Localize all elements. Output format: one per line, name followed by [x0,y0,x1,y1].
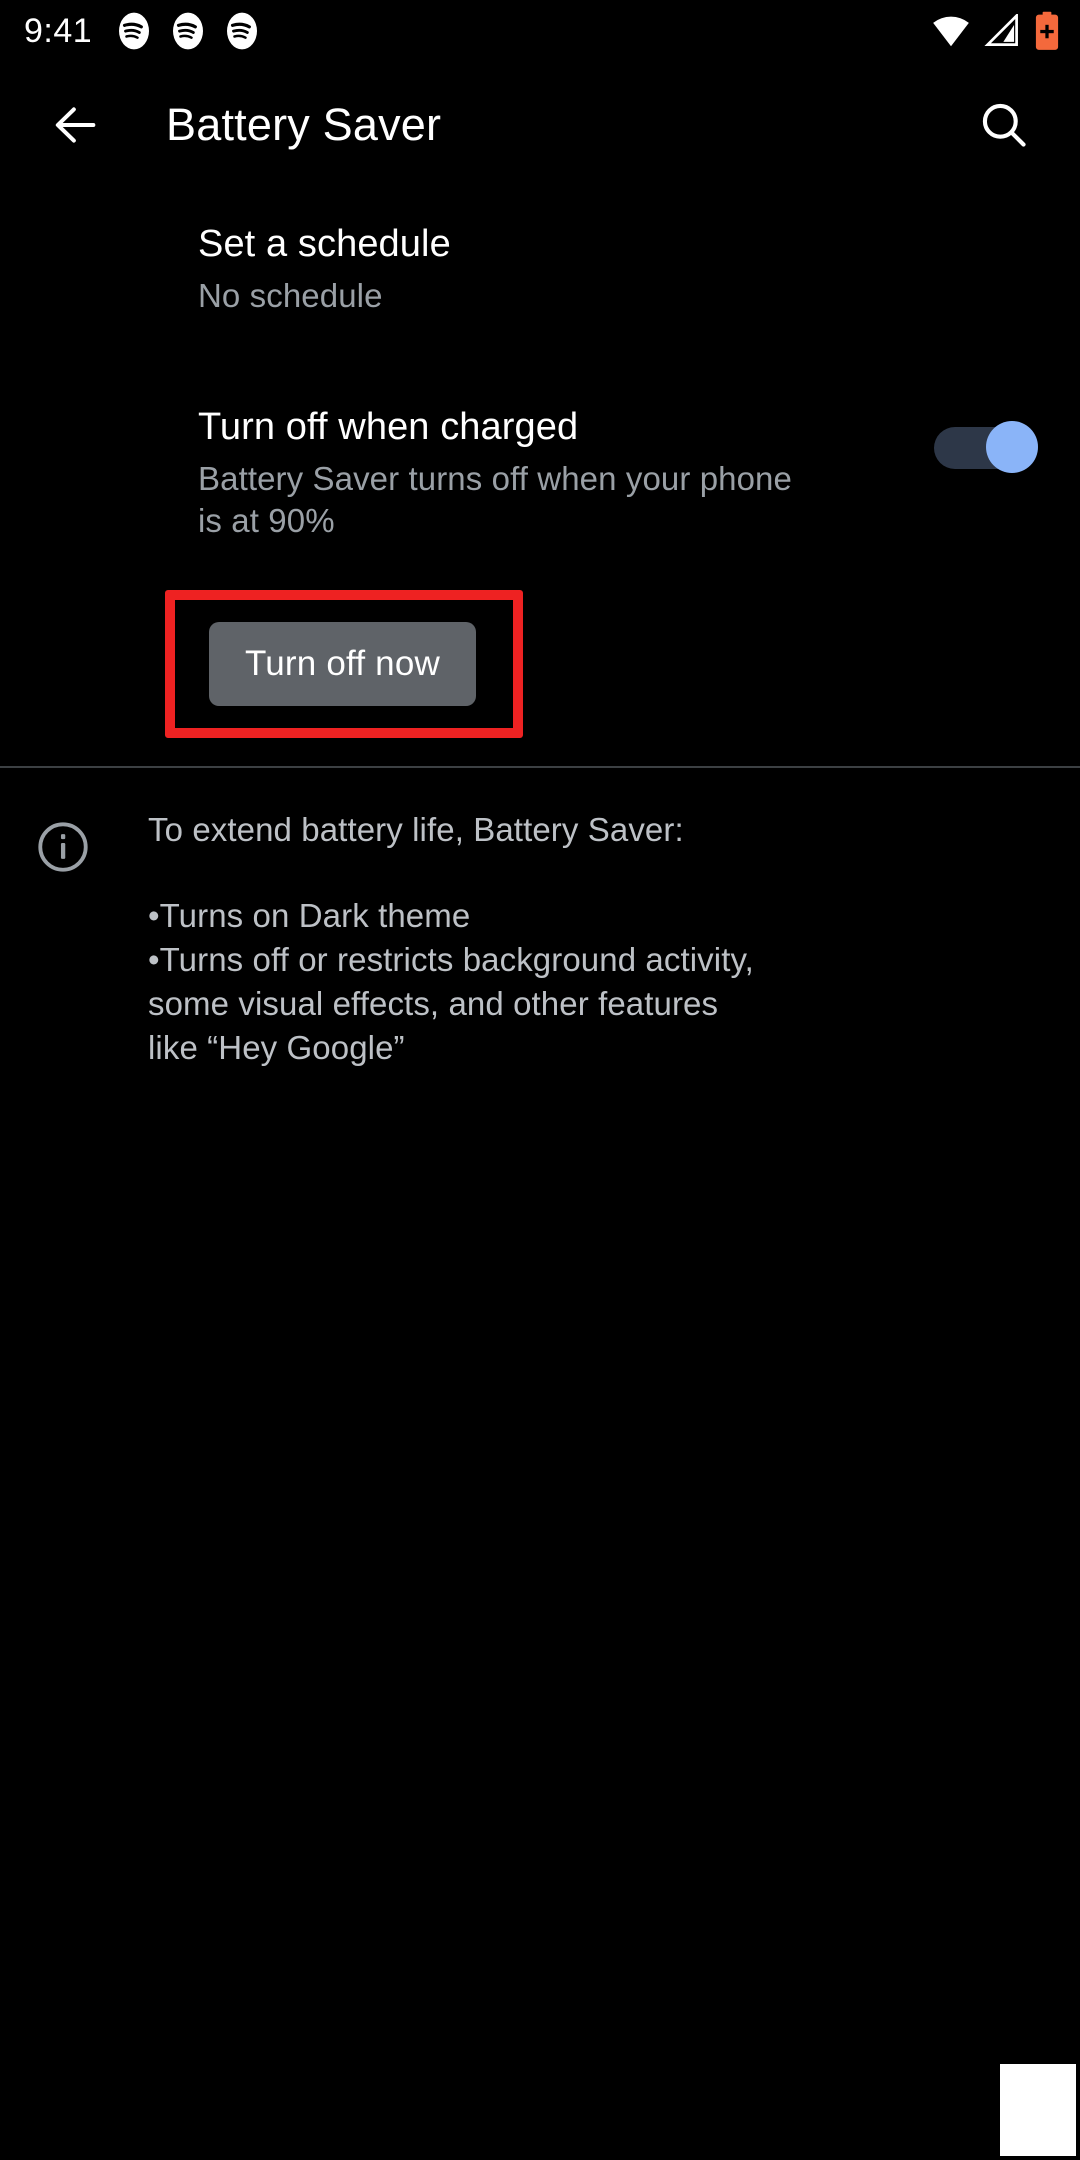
status-bar-time: 9:41 [24,12,93,50]
settings-content: Set a schedule No schedule Turn off when… [0,188,1080,1070]
toggle-turn-off-when-charged[interactable] [934,421,1038,474]
status-bar-system-icons [930,11,1060,51]
wifi-icon [933,16,969,47]
toggle-thumb [986,421,1038,474]
setting-summary-turn-off-when-charged: Battery Saver turns off when your phone … [198,459,792,540]
battery-saver-icon [1035,11,1059,50]
info-circle-icon [38,822,88,872]
bottom-right-marker [1000,2064,1076,2156]
setting-row-set-a-schedule[interactable]: Set a schedule No schedule [0,188,1080,347]
info-lead-text: To extend battery life, Battery Saver: [148,811,684,849]
turn-off-now-zone: Turn off now [0,578,1080,758]
status-bar-notification-icons [114,11,262,51]
setting-title-turn-off-when-charged: Turn off when charged [198,406,579,449]
info-icon-wrap [36,808,94,1069]
spotify-icon [173,12,204,50]
setting-row-turn-off-when-charged[interactable]: Turn off when charged Battery Saver turn… [0,347,1080,572]
status-bar: 9:41 [0,0,1080,62]
spotify-icon [119,12,150,50]
search-icon [982,103,1026,147]
arrow-left-icon [55,107,96,143]
page-title: Battery Saver [166,99,442,150]
turn-off-now-button[interactable]: Turn off now [209,622,476,707]
cellular-signal-icon [984,14,1018,46]
footer-info-section: To extend battery life, Battery Saver: •… [0,768,1080,1069]
search-button[interactable] [956,77,1052,173]
info-bullets-text: •Turns on Dark theme •Turns off or restr… [148,897,754,1066]
setting-summary-set-a-schedule: No schedule [198,276,383,314]
app-bar: Battery Saver [0,62,1080,188]
info-text: To extend battery life, Battery Saver: •… [148,808,768,1069]
setting-title-set-a-schedule: Set a schedule [198,223,451,265]
spotify-icon [227,12,258,50]
back-button[interactable] [28,77,124,173]
